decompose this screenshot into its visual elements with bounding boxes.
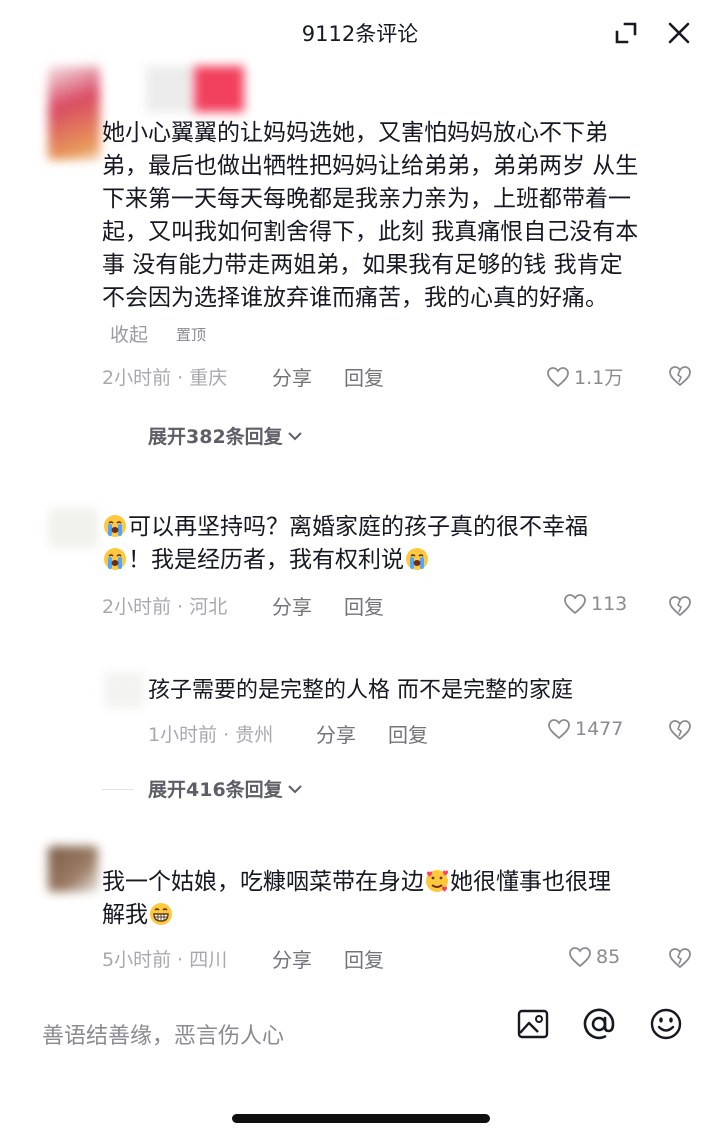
avatar[interactable]: [48, 846, 98, 892]
username-redacted[interactable]: [146, 66, 194, 112]
dislike-icon[interactable]: [668, 365, 692, 387]
comment-text: 她小心翼翼的让妈妈选她，又害怕妈妈放心不下弟 弟，最后也做出牺牲把妈妈让给弟弟，…: [102, 120, 639, 311]
expand-icon[interactable]: [613, 20, 639, 46]
like-count: 1.1万: [574, 367, 624, 389]
chevron-down-icon: [287, 431, 302, 440]
dislike-icon[interactable]: [668, 595, 692, 617]
chevron-down-icon: [287, 784, 302, 793]
loudly-crying-emoji: [104, 515, 126, 537]
comment-count-title: 9112条评论: [301, 22, 419, 46]
heart-icon: [564, 594, 586, 615]
home-indicator[interactable]: [232, 1114, 490, 1123]
reply-button[interactable]: 回复: [344, 591, 384, 620]
like-count: 1477: [575, 718, 624, 740]
avatar[interactable]: [48, 66, 100, 160]
username-redacted[interactable]: [194, 66, 244, 112]
grinning-emoji: [150, 903, 172, 925]
image-icon[interactable]: [516, 1007, 550, 1041]
share-button[interactable]: 分享: [272, 362, 312, 391]
emoji-icon[interactable]: [649, 1007, 683, 1041]
loudly-crying-emoji: [406, 548, 428, 570]
thread-divider: [102, 789, 134, 790]
reply-button[interactable]: 回复: [344, 944, 384, 973]
pinned-label: 置顶: [176, 326, 207, 344]
expand-replies-button[interactable]: 展开382条回复: [148, 422, 303, 449]
close-icon[interactable]: [666, 20, 692, 46]
share-button[interactable]: 分享: [316, 719, 356, 748]
at-icon[interactable]: [582, 1007, 616, 1041]
comment-input-bar: 善语结善缘，恶言伤人心: [0, 990, 720, 1080]
collapse-button[interactable]: 收起: [110, 320, 148, 347]
comment-text: 可以再坚持吗？离婚家庭的孩子真的很不幸福 ！我是经历者，我有权利说: [102, 511, 702, 577]
comment-input[interactable]: 善语结善缘，恶言伤人心: [42, 1018, 284, 1050]
share-button[interactable]: 分享: [272, 944, 312, 973]
heart-icon: [569, 947, 591, 968]
dislike-icon[interactable]: [668, 947, 692, 969]
like-button[interactable]: 1.1万: [546, 363, 623, 390]
like-button[interactable]: 1477: [547, 718, 623, 740]
time-location: 5小时前 · 四川: [102, 948, 228, 971]
dislike-icon[interactable]: [668, 719, 692, 741]
comment-text: 我一个姑娘，吃糠咽菜带在身边 她很懂事也很理 解我: [102, 869, 611, 928]
like-button[interactable]: 85: [568, 946, 620, 968]
avatar[interactable]: [48, 508, 98, 548]
time-location: 2小时前 · 河北: [102, 595, 228, 618]
smiling-hearts-emoji: [426, 870, 448, 892]
expand-replies-button[interactable]: 展开416条回复: [148, 775, 303, 802]
heart-icon: [547, 366, 569, 387]
share-button[interactable]: 分享: [272, 591, 312, 620]
reply-button[interactable]: 回复: [344, 362, 384, 391]
like-count: 85: [596, 946, 621, 968]
heart-icon: [548, 719, 570, 740]
time-location: 1小时前 · 贵州: [148, 723, 274, 746]
like-button[interactable]: 113: [563, 593, 627, 615]
comments-header: 9112条评论: [0, 0, 720, 66]
avatar[interactable]: [104, 672, 144, 708]
loudly-crying-emoji: [104, 548, 126, 570]
like-count: 113: [591, 593, 628, 615]
time-location: 2小时前 · 重庆: [102, 366, 228, 389]
reply-button[interactable]: 回复: [388, 719, 428, 748]
reply-text: 孩子需要的是完整的人格 而不是完整的家庭: [148, 678, 573, 703]
